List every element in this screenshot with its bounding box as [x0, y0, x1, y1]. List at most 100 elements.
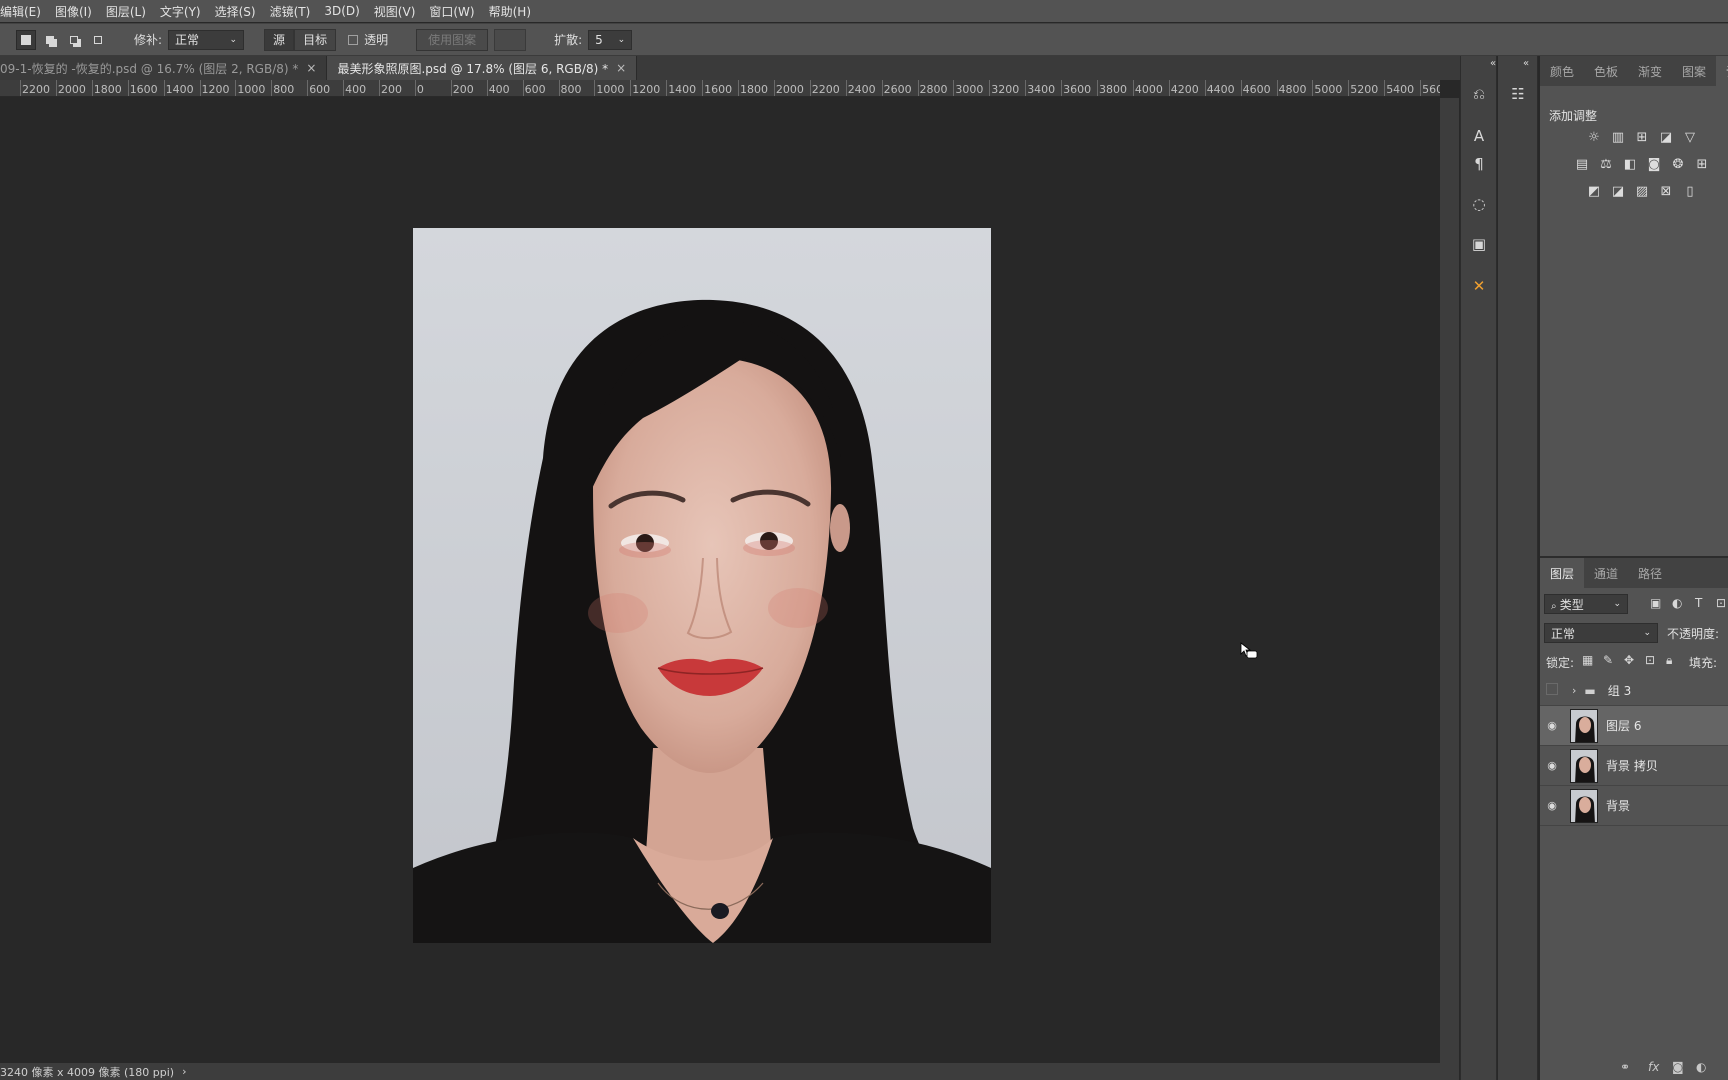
photo-filter-icon[interactable]: ◙	[1646, 156, 1662, 172]
transparent-checkbox[interactable]	[348, 34, 359, 45]
ruler-tick-label: 4200	[1170, 83, 1199, 96]
tab-document-1[interactable]: 09-1-恢复的 -恢复的.psd @ 16.7% (图层 2, RGB/8) …	[0, 56, 328, 80]
search-icon: ⌕	[1551, 600, 1560, 612]
filter-shape-icon[interactable]: ⊡	[1716, 596, 1726, 610]
adjustments-panel: 颜色 色板 渐变 图案 调 添加调整 ☼ ▥ ⊞ ◪ ▽ ▤ ⚖ ◧ ◙ ❂ ⊞…	[1540, 56, 1728, 556]
color-balance-icon[interactable]: ⚖	[1598, 156, 1614, 172]
ruler-tick-mark	[1276, 80, 1278, 96]
tab-patterns[interactable]: 图案	[1672, 56, 1716, 86]
menu-layer[interactable]: 图层(L)	[106, 3, 146, 20]
brightness-icon[interactable]: ☼	[1586, 129, 1602, 145]
tab-paths[interactable]: 路径	[1628, 558, 1672, 588]
ruler-tick-mark	[845, 80, 847, 96]
eye-icon[interactable]: ◉	[1540, 799, 1564, 812]
tab-layers[interactable]: 图层	[1540, 558, 1585, 588]
layer-row[interactable]: ◉ 背景 拷贝	[1540, 746, 1728, 786]
ruler-tick-mark	[91, 80, 93, 96]
eye-icon[interactable]: ◉	[1540, 759, 1564, 772]
curves-icon[interactable]: ⊞	[1634, 129, 1650, 145]
lock-position-icon[interactable]: ✥	[1624, 653, 1634, 667]
posterize-icon[interactable]: ◪	[1610, 183, 1626, 199]
properties-icon[interactable]: ☷	[1506, 82, 1530, 106]
fx-icon[interactable]: fx	[1648, 1060, 1659, 1074]
horizontal-ruler[interactable]: 2200 2000 1800 1600 1400 1200 1000 800 600 400 200…	[0, 80, 1440, 97]
vertical-scrollbar[interactable]	[1440, 98, 1459, 1063]
adjustment-layer-icon[interactable]: ◐	[1696, 1060, 1706, 1074]
add-selection-button[interactable]	[40, 30, 60, 50]
character-icon[interactable]: A	[1467, 124, 1491, 148]
new-selection-button[interactable]	[16, 29, 36, 50]
menu-window[interactable]: 窗口(W)	[429, 3, 474, 20]
layer-row-group[interactable]: › ▬ 组 3	[1540, 676, 1728, 706]
hue-saturation-icon[interactable]: ▤	[1574, 156, 1590, 172]
levels-icon[interactable]: ▥	[1610, 129, 1626, 145]
channel-mixer-icon[interactable]: ❂	[1670, 156, 1686, 172]
tab-gradients[interactable]: 渐变	[1628, 56, 1672, 86]
menu-view[interactable]: 视图(V)	[374, 3, 416, 20]
invert-icon[interactable]: ◩	[1586, 183, 1602, 199]
libraries-icon[interactable]: ▣	[1467, 232, 1491, 256]
diffusion-select[interactable]: 5 ⌄	[588, 29, 633, 50]
ruler-tick-label: 800	[273, 83, 295, 96]
menu-type[interactable]: 文字(Y)	[160, 3, 201, 20]
filter-type-icon[interactable]: T	[1695, 596, 1702, 610]
lightbulb-icon[interactable]: ◌	[1467, 192, 1491, 216]
ruler-tick-mark	[20, 80, 21, 96]
tab-adjustments[interactable]: 调	[1716, 56, 1728, 86]
chevron-right-icon[interactable]: ›	[1572, 684, 1576, 697]
portrait-photo[interactable]	[413, 228, 991, 943]
close-icon[interactable]: ×	[616, 61, 626, 75]
pattern-swatch[interactable]	[494, 28, 527, 51]
use-pattern-button[interactable]: 使用图案	[416, 28, 489, 51]
filter-adjustment-icon[interactable]: ◐	[1672, 596, 1682, 610]
history-icon[interactable]: ⎌	[1467, 82, 1491, 106]
close-icon[interactable]: ×	[306, 61, 316, 75]
menu-filter[interactable]: 滤镜(T)	[270, 3, 311, 20]
tab-color[interactable]: 颜色	[1540, 56, 1584, 86]
mask-icon[interactable]: ◙	[1672, 1060, 1684, 1074]
exposure-icon[interactable]: ◪	[1658, 129, 1674, 145]
filter-pixel-icon[interactable]: ▣	[1650, 596, 1661, 610]
tab-swatches[interactable]: 色板	[1584, 56, 1628, 86]
ruler-tick-label: 1000	[237, 83, 266, 96]
adjustments-title: 添加调整	[1549, 109, 1598, 123]
patch-mode-select[interactable]: 正常 ⌄	[168, 29, 245, 50]
layer-filter-select[interactable]: ⌕ 类型 ⌄	[1544, 594, 1628, 614]
visibility-toggle[interactable]	[1540, 683, 1564, 698]
menu-3d[interactable]: 3D(D)	[324, 4, 359, 18]
chevron-right-icon[interactable]: ›	[182, 1065, 186, 1078]
blend-mode-value: 正常	[1551, 626, 1576, 641]
menu-select[interactable]: 选择(S)	[215, 3, 256, 20]
tab-channels[interactable]: 通道	[1584, 558, 1628, 588]
ruler-tick-label: 600	[524, 83, 546, 96]
subtract-selection-button[interactable]	[64, 30, 84, 50]
selective-color-icon[interactable]: ⊠	[1658, 183, 1674, 199]
intersect-selection-button[interactable]	[88, 30, 108, 50]
layer-row-selected[interactable]: ◉ 图层 6	[1540, 706, 1728, 746]
gradient-map-icon[interactable]: ▯	[1682, 183, 1698, 199]
black-white-icon[interactable]: ◧	[1622, 156, 1638, 172]
blend-mode-select[interactable]: 正常 ⌄	[1544, 623, 1658, 643]
vibrance-icon[interactable]: ▽	[1682, 129, 1698, 145]
eye-icon[interactable]: ◉	[1540, 719, 1564, 732]
paragraph-icon[interactable]: ¶	[1467, 152, 1491, 176]
tool-presets-icon[interactable]: ✕	[1467, 274, 1491, 298]
target-button[interactable]: 目标	[294, 28, 337, 51]
ruler-tick-mark	[1061, 80, 1063, 96]
layer-row[interactable]: ◉ 背景	[1540, 786, 1728, 826]
source-button[interactable]: 源	[264, 28, 295, 51]
menu-edit[interactable]: 编辑(E)	[0, 3, 41, 20]
threshold-icon[interactable]: ▨	[1634, 183, 1650, 199]
link-icon[interactable]: ⚭	[1620, 1060, 1630, 1074]
tab-document-2[interactable]: 最美形象照原图.psd @ 17.8% (图层 6, RGB/8) * ×	[327, 56, 638, 80]
color-lookup-icon[interactable]: ⊞	[1694, 156, 1710, 172]
lock-image-icon[interactable]: ✎	[1603, 653, 1613, 667]
lock-artboard-icon[interactable]: ⊡	[1645, 653, 1655, 667]
menu-help[interactable]: 帮助(H)	[489, 3, 531, 20]
lock-all-icon[interactable]: 🔒︎	[1666, 653, 1672, 668]
ruler-tick-mark	[163, 80, 165, 96]
menu-image[interactable]: 图像(I)	[55, 3, 92, 20]
lock-transparent-icon[interactable]: ▦	[1582, 653, 1593, 667]
collapse-icon[interactable]: «	[1514, 56, 1538, 70]
chevron-down-icon: ⌄	[229, 34, 238, 45]
